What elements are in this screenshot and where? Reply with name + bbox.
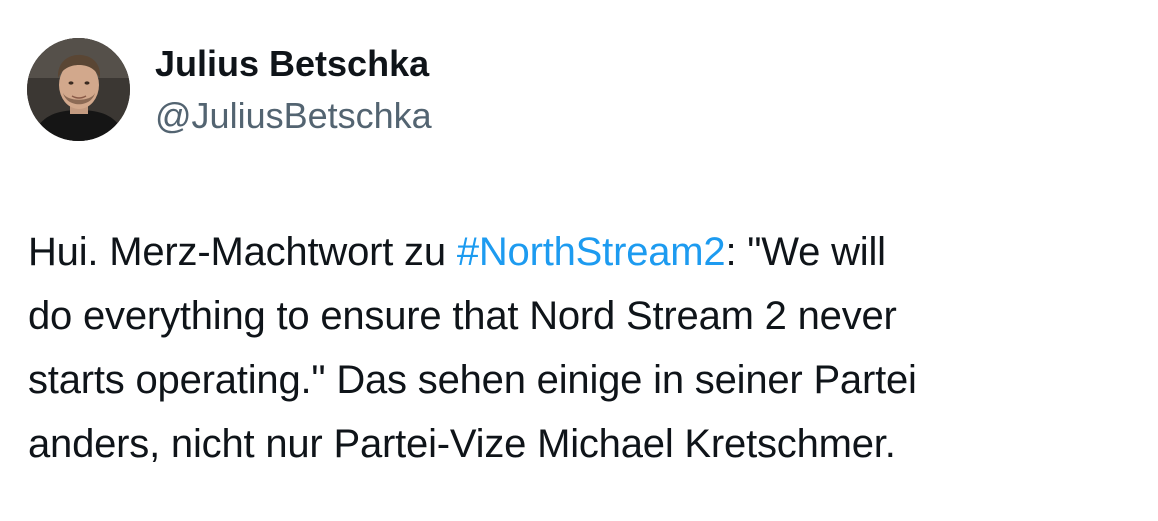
avatar-photo-icon [27, 38, 130, 141]
tweet-text-line-1: Hui. Merz-Machtwort zu #NorthStream2: "W… [28, 220, 1128, 284]
tweet-text-line-3: starts operating." Das sehen einige in s… [28, 358, 917, 402]
tweet-text-line-4: anders, nicht nur Partei-Vize Michael Kr… [28, 422, 896, 466]
hashtag-link[interactable]: #NorthStream2 [457, 230, 726, 274]
tweet-text-segment: Hui. Merz-Machtwort zu [28, 230, 457, 274]
tweet-text-line-2: do everything to ensure that Nord Stream… [28, 294, 897, 338]
author-name[interactable]: Julius Betschka [155, 42, 429, 86]
tweet-text-segment: : "We will [725, 230, 886, 274]
tweet-card: Julius Betschka @JuliusBetschka Hui. Mer… [0, 0, 1158, 521]
tweet-text: Hui. Merz-Machtwort zu #NorthStream2: "W… [28, 220, 1128, 476]
author-handle[interactable]: @JuliusBetschka [155, 94, 432, 138]
author-avatar[interactable] [27, 38, 130, 141]
